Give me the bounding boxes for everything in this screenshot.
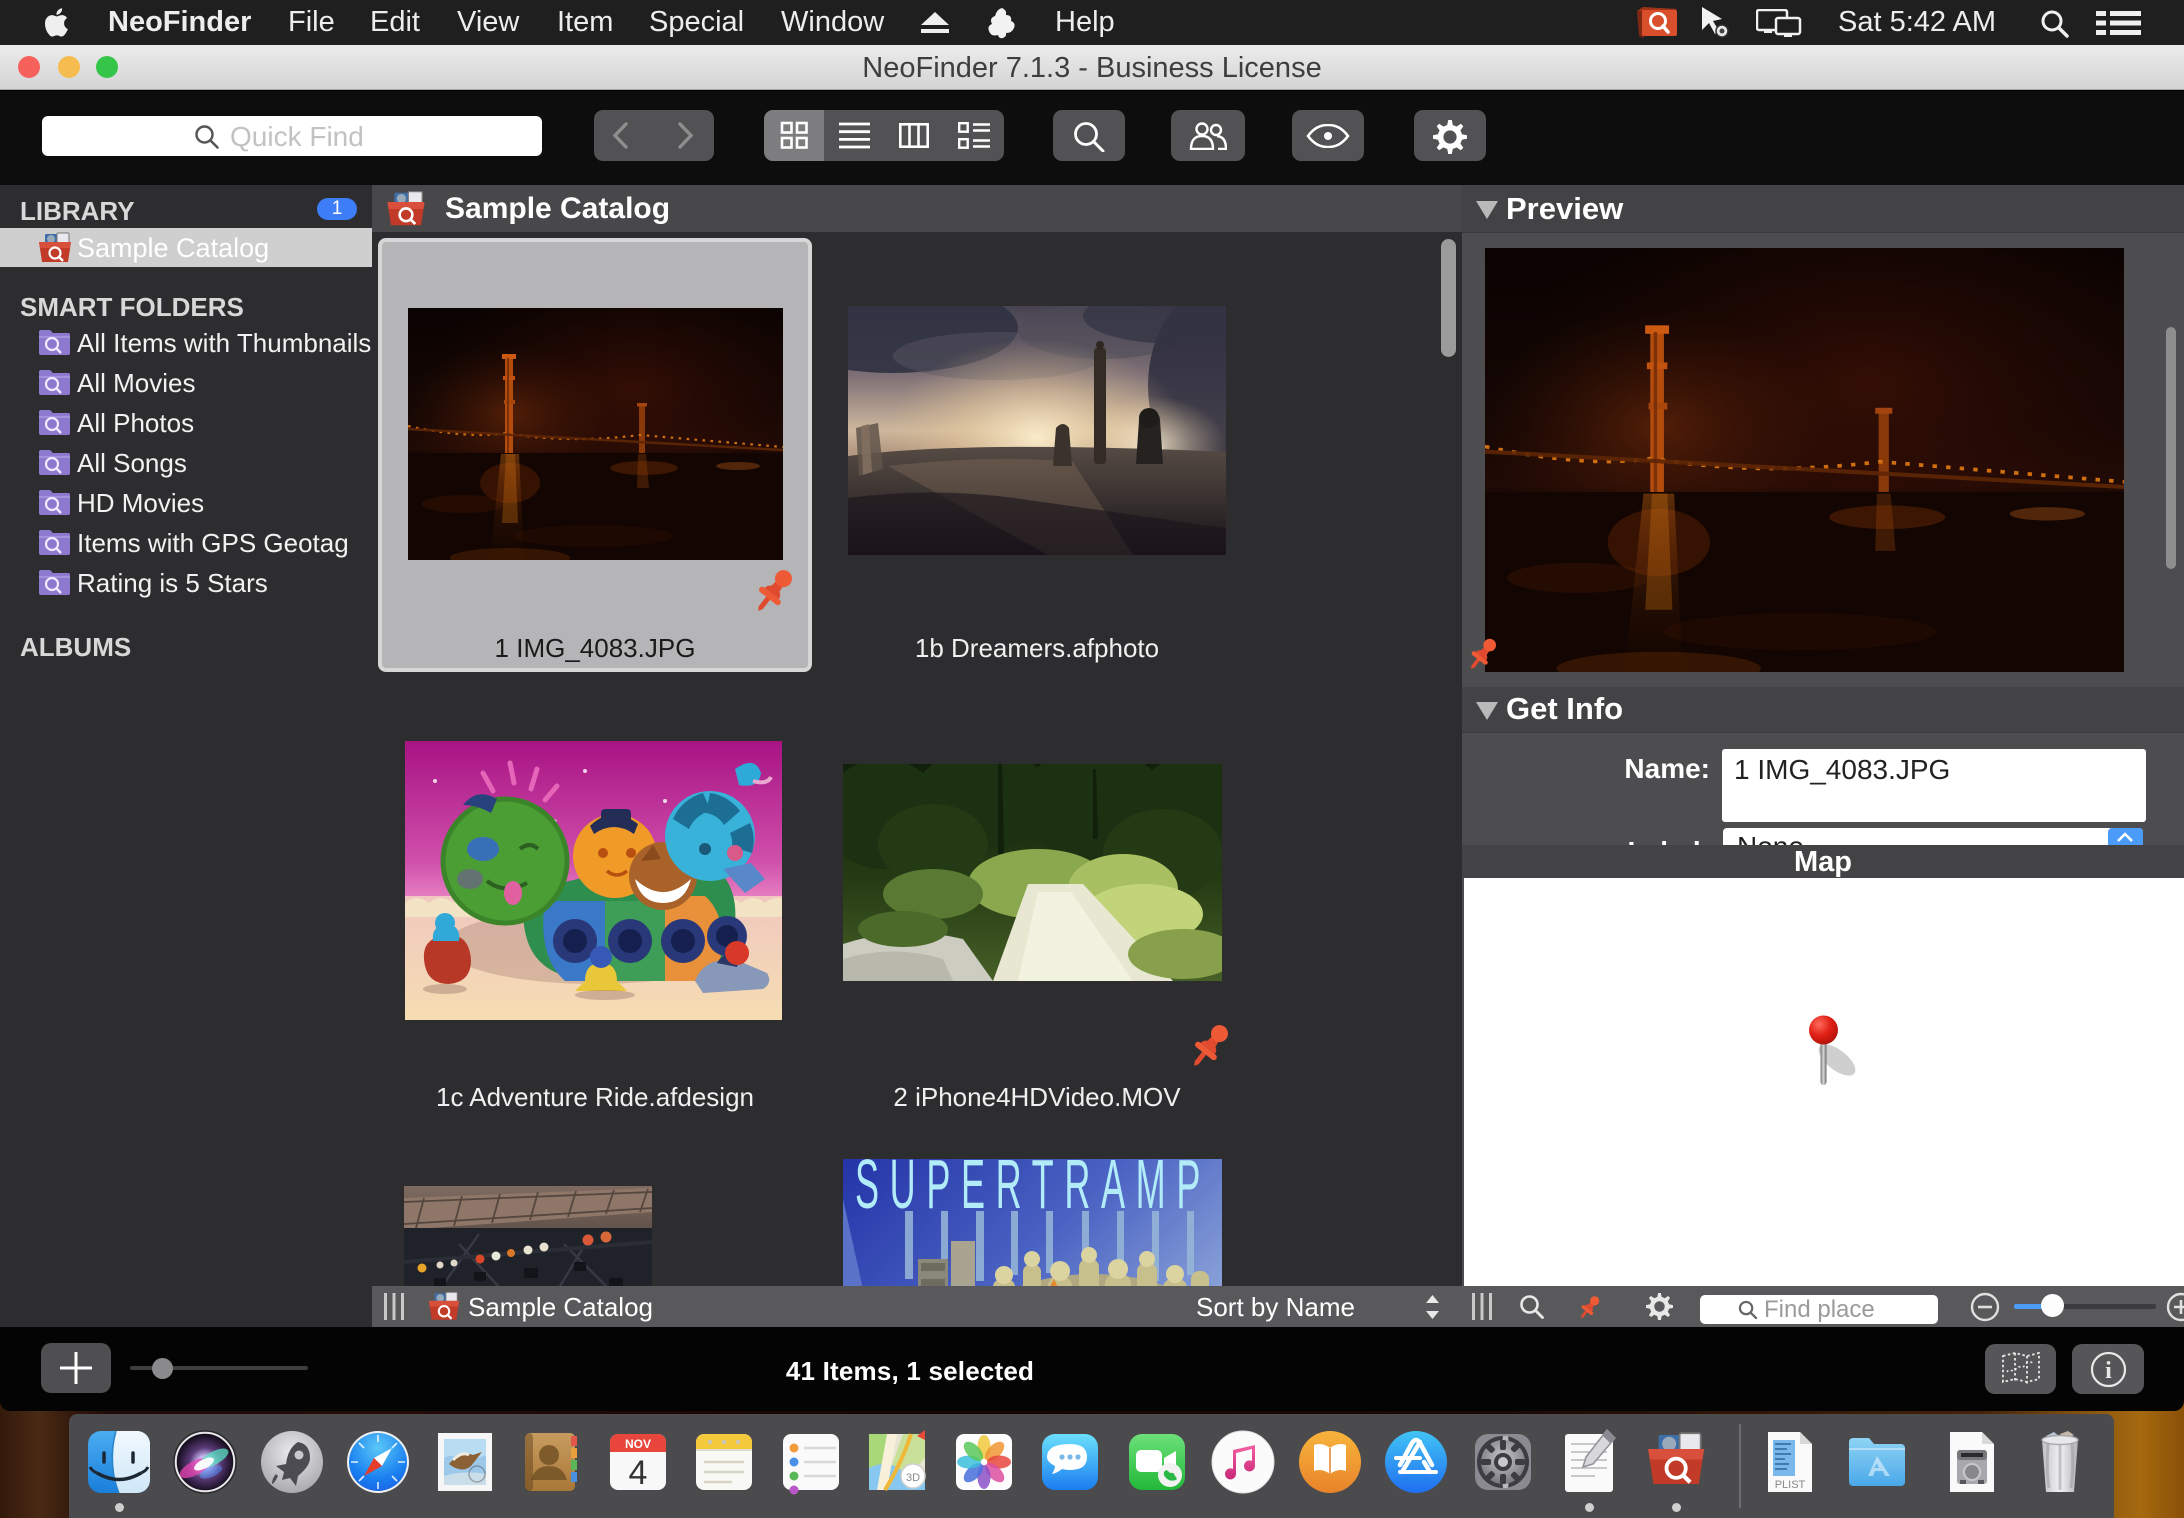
svg-text:NOV: NOV <box>625 1437 651 1451</box>
svg-text:4: 4 <box>629 1454 648 1492</box>
svg-text:PLIST: PLIST <box>1775 1479 1806 1491</box>
svg-text:i: i <box>2105 1358 2112 1384</box>
svg-text:3D: 3D <box>906 1472 920 1484</box>
